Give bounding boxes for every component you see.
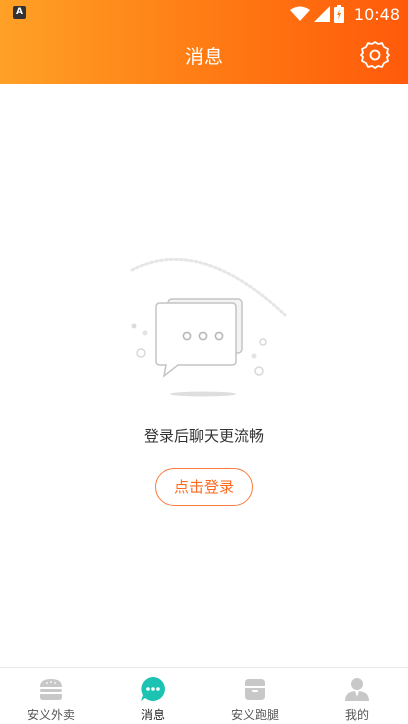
login-button[interactable]: 点击登录	[155, 468, 253, 506]
gear-icon[interactable]	[360, 40, 390, 70]
empty-state-message: 登录后聊天更流畅	[143, 427, 264, 445]
chat-bubble-icon	[130, 257, 287, 397]
wifi-icon	[289, 6, 310, 21]
tab-label: 消息	[140, 708, 165, 722]
tab-label: 安义外卖	[26, 708, 75, 722]
tab-label: 我的	[344, 708, 369, 722]
empty-state-illustration	[0, 240, 408, 410]
tab-messages[interactable]: 消息	[102, 668, 204, 724]
status-icons: 10:48	[289, 4, 400, 24]
tab-me[interactable]: 我的	[306, 668, 408, 724]
signal-icon	[313, 6, 330, 22]
bottom-tab-bar: 安义外卖 消息 安义跑腿 我的	[0, 667, 408, 724]
tab-takeout[interactable]: 安义外卖	[0, 668, 102, 724]
app-notification-icon: A	[13, 6, 26, 19]
status-bar: A 10:48	[0, 0, 408, 28]
message-icon	[141, 677, 165, 701]
box-icon	[245, 679, 265, 700]
status-time: 10:48	[353, 4, 400, 24]
user-icon	[345, 678, 369, 701]
tab-label: 安义跑腿	[230, 708, 279, 722]
battery-icon	[333, 5, 344, 23]
burger-icon	[40, 679, 62, 700]
header-bar: A 10:48 消息	[0, 0, 408, 84]
page-title: 消息	[184, 46, 223, 68]
tab-errand[interactable]: 安义跑腿	[204, 668, 306, 724]
